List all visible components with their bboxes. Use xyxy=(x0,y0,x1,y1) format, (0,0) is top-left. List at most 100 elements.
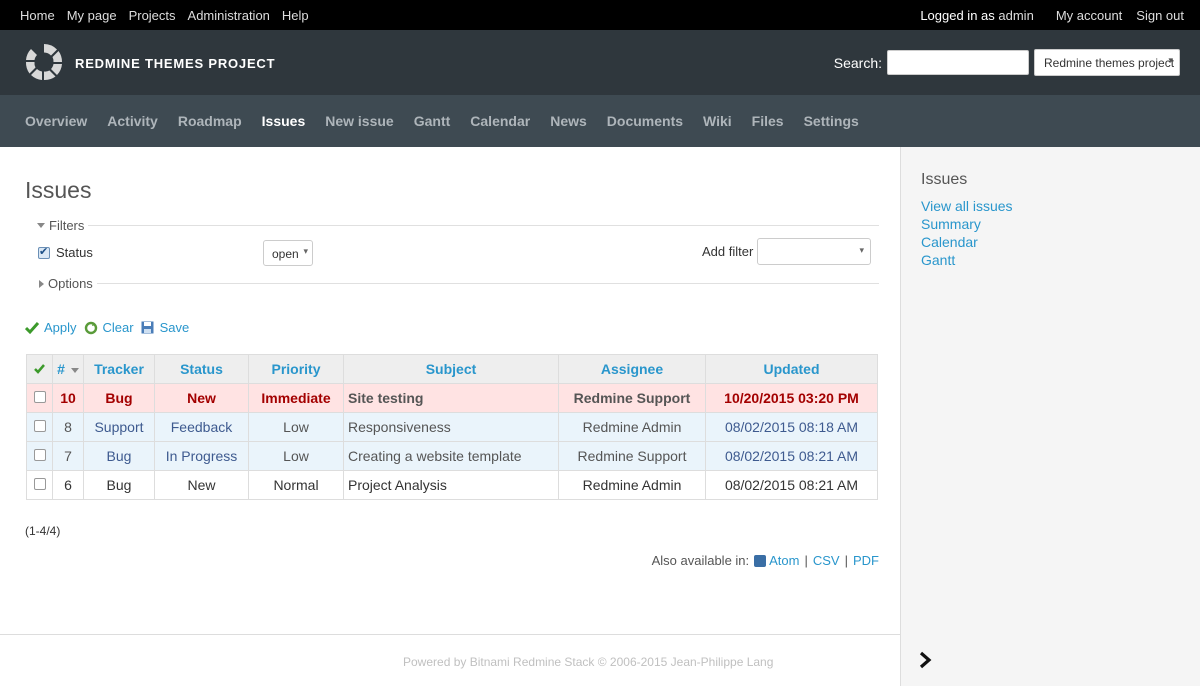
issue-tracker: Support xyxy=(83,412,155,442)
status-filter-checkbox[interactable] xyxy=(38,245,50,259)
header: REDMINE THEMES PROJECT Search: Redmine t… xyxy=(0,30,1200,95)
tab-calendar[interactable]: Calendar xyxy=(470,113,530,129)
table-row[interactable]: 6 Bug New Normal Project Analysis Redmin… xyxy=(26,470,878,500)
issue-priority: Low xyxy=(248,412,344,442)
row-checkbox-cell xyxy=(26,441,53,471)
tab-activity[interactable]: Activity xyxy=(107,113,158,129)
tab-roadmap[interactable]: Roadmap xyxy=(178,113,242,129)
clear-label: Clear xyxy=(102,320,134,335)
issue-tracker: Bug xyxy=(83,470,155,500)
row-checkbox-cell xyxy=(26,383,53,413)
top-menu-help[interactable]: Help xyxy=(282,8,309,23)
also-available-label: Also available in: xyxy=(651,553,750,568)
column-header-priority[interactable]: Priority xyxy=(248,354,344,384)
column-header-status[interactable]: Status xyxy=(154,354,249,384)
column-header-tracker[interactable]: Tracker xyxy=(83,354,155,384)
pagination: (1-4/4) xyxy=(25,524,61,538)
top-menu-home[interactable]: Home xyxy=(20,8,55,23)
issue-subject[interactable]: Project Analysis xyxy=(343,470,559,500)
quick-search: Search: Redmine themes project ▾ xyxy=(834,49,1180,76)
filters-fieldset-line xyxy=(25,225,879,226)
issue-assignee[interactable]: Redmine Support xyxy=(558,441,706,471)
sidebar-link-summary[interactable]: Summary xyxy=(921,215,1013,233)
column-header-updated[interactable]: Updated xyxy=(705,354,878,384)
issue-assignee[interactable]: Redmine Support xyxy=(558,383,706,413)
tab-wiki[interactable]: Wiki xyxy=(703,113,732,129)
issue-subject[interactable]: Site testing xyxy=(343,383,559,413)
issue-updated: 08/02/2015 08:21 AM xyxy=(705,470,878,500)
issue-id[interactable]: 8 xyxy=(52,412,84,442)
row-checkbox-cell xyxy=(26,470,53,500)
options-legend[interactable]: Options xyxy=(25,276,97,291)
tab-settings[interactable]: Settings xyxy=(804,113,859,129)
clear-button[interactable]: Clear xyxy=(84,320,134,335)
column-header-assignee[interactable]: Assignee xyxy=(558,354,706,384)
status-filter: Status xyxy=(38,245,93,260)
tab-issues[interactable]: Issues xyxy=(262,113,306,129)
column-header-subject[interactable]: Subject xyxy=(343,354,559,384)
row-checkbox[interactable] xyxy=(33,478,46,490)
table-row[interactable]: 7 Bug In Progress Low Creating a website… xyxy=(26,441,878,471)
save-button[interactable]: Save xyxy=(141,320,190,335)
top-menu-projects[interactable]: Projects xyxy=(129,8,176,23)
rss-feed-icon xyxy=(754,554,767,567)
sidebar-link-view-all-issues[interactable]: View all issues xyxy=(921,197,1013,215)
tab-news[interactable]: News xyxy=(550,113,587,129)
row-checkbox-cell xyxy=(26,412,53,442)
issue-id[interactable]: 10 xyxy=(52,383,84,413)
issue-id[interactable]: 6 xyxy=(52,470,84,500)
main-menu: Overview Activity Roadmap Issues New iss… xyxy=(0,95,1200,147)
sidebar-links: View all issues Summary Calendar Gantt xyxy=(921,197,1013,269)
sign-out-link[interactable]: Sign out xyxy=(1136,8,1184,23)
status-filter-label: Status xyxy=(56,245,93,260)
filters-legend[interactable]: Filters xyxy=(25,218,89,233)
project-jump-select[interactable]: Redmine themes project ▾ xyxy=(1034,49,1180,76)
current-user-link[interactable]: admin xyxy=(998,8,1033,23)
tab-gantt[interactable]: Gantt xyxy=(414,113,451,129)
issue-assignee[interactable]: Redmine Admin xyxy=(558,470,706,500)
tab-new-issue[interactable]: New issue xyxy=(325,113,393,129)
chevron-down-icon: ▾ xyxy=(859,245,864,255)
status-operator-value: open xyxy=(272,247,299,261)
tab-documents[interactable]: Documents xyxy=(607,113,683,129)
top-menu-administration[interactable]: Administration xyxy=(188,8,270,23)
chevron-right-icon[interactable] xyxy=(916,648,938,672)
table-row[interactable]: 8 Support Feedback Low Responsiveness Re… xyxy=(26,412,878,442)
filters-legend-label: Filters xyxy=(49,218,85,233)
chevron-down-icon: ▾ xyxy=(1168,55,1173,65)
chevron-down-icon: ▾ xyxy=(303,246,308,256)
sidebar: Issues View all issues Summary Calendar … xyxy=(900,147,1200,686)
row-checkbox[interactable] xyxy=(33,449,46,461)
table-row[interactable]: 10 Bug New Immediate Site testing Redmin… xyxy=(26,383,878,413)
format-pdf-link[interactable]: PDF xyxy=(853,553,879,568)
tab-overview[interactable]: Overview xyxy=(25,113,87,129)
issue-subject[interactable]: Creating a website template xyxy=(343,441,559,471)
sidebar-link-gantt[interactable]: Gantt xyxy=(921,251,1013,269)
format-atom-link[interactable]: Atom xyxy=(769,553,799,568)
format-csv-link[interactable]: CSV xyxy=(813,553,840,568)
row-checkbox[interactable] xyxy=(33,420,46,432)
my-account-link[interactable]: My account xyxy=(1056,8,1122,23)
footer: Powered by Bitnami Redmine Stack © 2006-… xyxy=(0,634,900,686)
column-header-id[interactable]: # xyxy=(52,354,84,384)
issue-assignee[interactable]: Redmine Admin xyxy=(558,412,706,442)
options-legend-label: Options xyxy=(48,276,93,291)
project-title: REDMINE THEMES PROJECT xyxy=(75,56,276,71)
sidebar-title: Issues xyxy=(921,171,968,188)
toggle-all-header[interactable] xyxy=(26,354,53,384)
sidebar-link-calendar[interactable]: Calendar xyxy=(921,233,1013,251)
tab-files[interactable]: Files xyxy=(752,113,784,129)
issue-priority: Low xyxy=(248,441,344,471)
issue-id[interactable]: 7 xyxy=(52,441,84,471)
issue-subject[interactable]: Responsiveness xyxy=(343,412,559,442)
sort-desc-icon xyxy=(70,367,79,373)
issue-tracker: Bug xyxy=(83,383,155,413)
top-menu-my-page[interactable]: My page xyxy=(67,8,117,23)
row-checkbox[interactable] xyxy=(33,391,46,403)
add-filter-select[interactable]: ▾ xyxy=(757,238,871,265)
save-label: Save xyxy=(159,320,190,335)
apply-button[interactable]: Apply xyxy=(25,320,77,335)
search-input[interactable] xyxy=(887,50,1029,75)
status-operator-select[interactable]: open ▾ xyxy=(263,240,313,266)
checkmark-icon xyxy=(34,364,45,374)
